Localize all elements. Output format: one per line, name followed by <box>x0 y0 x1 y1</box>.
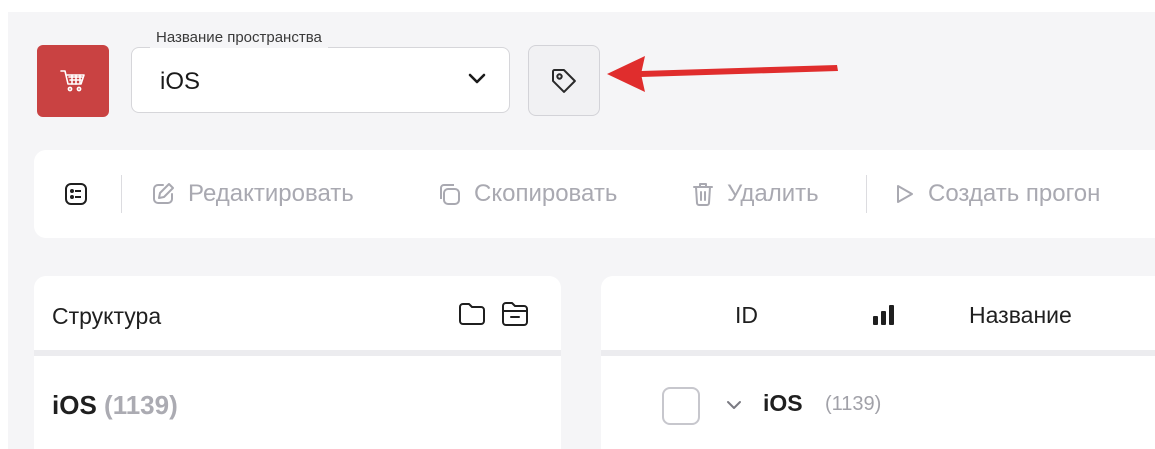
folder-icon[interactable] <box>457 300 487 328</box>
app-logo[interactable] <box>37 45 109 117</box>
edit-icon <box>153 183 174 204</box>
row-checkbox[interactable] <box>662 387 700 425</box>
create-run-button-label: Создать прогон <box>928 180 1101 207</box>
table-header: ID Название <box>601 276 1155 356</box>
structure-panel: Структура iOS (1139) <box>34 276 561 449</box>
copy-button-label: Скопировать <box>474 180 618 207</box>
toolbar-divider <box>121 175 122 213</box>
trash-icon <box>693 183 713 206</box>
chevron-down-icon <box>468 73 486 84</box>
structure-header: Структура <box>34 276 561 356</box>
tags-button[interactable] <box>528 45 600 116</box>
folder-collapse-icon[interactable] <box>500 299 530 329</box>
list-view-icon <box>65 183 87 205</box>
cart-icon <box>60 70 85 92</box>
priority-bars-icon[interactable] <box>870 303 898 327</box>
space-select-value: iOS <box>160 68 201 95</box>
actions-toolbar: Редактировать Скопировать Удалить Создат… <box>34 150 1155 238</box>
play-icon <box>897 185 913 203</box>
annotation-arrow <box>607 56 838 92</box>
caret-down-icon[interactable] <box>725 398 743 412</box>
copy-button[interactable]: Скопировать <box>436 150 617 238</box>
delete-button[interactable]: Удалить <box>691 150 819 238</box>
create-run-button[interactable]: Создать прогон <box>894 150 1100 238</box>
toolbar-divider <box>866 175 867 213</box>
structure-title: Структура <box>52 303 162 329</box>
list-view-button[interactable] <box>63 150 101 238</box>
column-id[interactable]: ID <box>735 302 758 329</box>
structure-root-count: (1139) <box>104 390 178 420</box>
delete-button-label: Удалить <box>727 180 819 207</box>
structure-root-item[interactable]: iOS (1139) <box>52 390 178 421</box>
copy-icon <box>440 184 460 205</box>
cases-table: ID Название iOS (1139) <box>601 276 1155 449</box>
edit-button[interactable]: Редактировать <box>150 150 354 238</box>
tag-icon <box>552 68 576 93</box>
edit-button-label: Редактировать <box>188 180 354 207</box>
row-name: iOS <box>763 390 803 416</box>
space-select-label: Название пространства <box>150 28 328 48</box>
structure-root-name: iOS <box>52 390 97 420</box>
row-count: (1139) <box>825 393 882 415</box>
column-name[interactable]: Название <box>969 302 1072 329</box>
space-select[interactable]: Название пространства iOS <box>131 28 510 113</box>
